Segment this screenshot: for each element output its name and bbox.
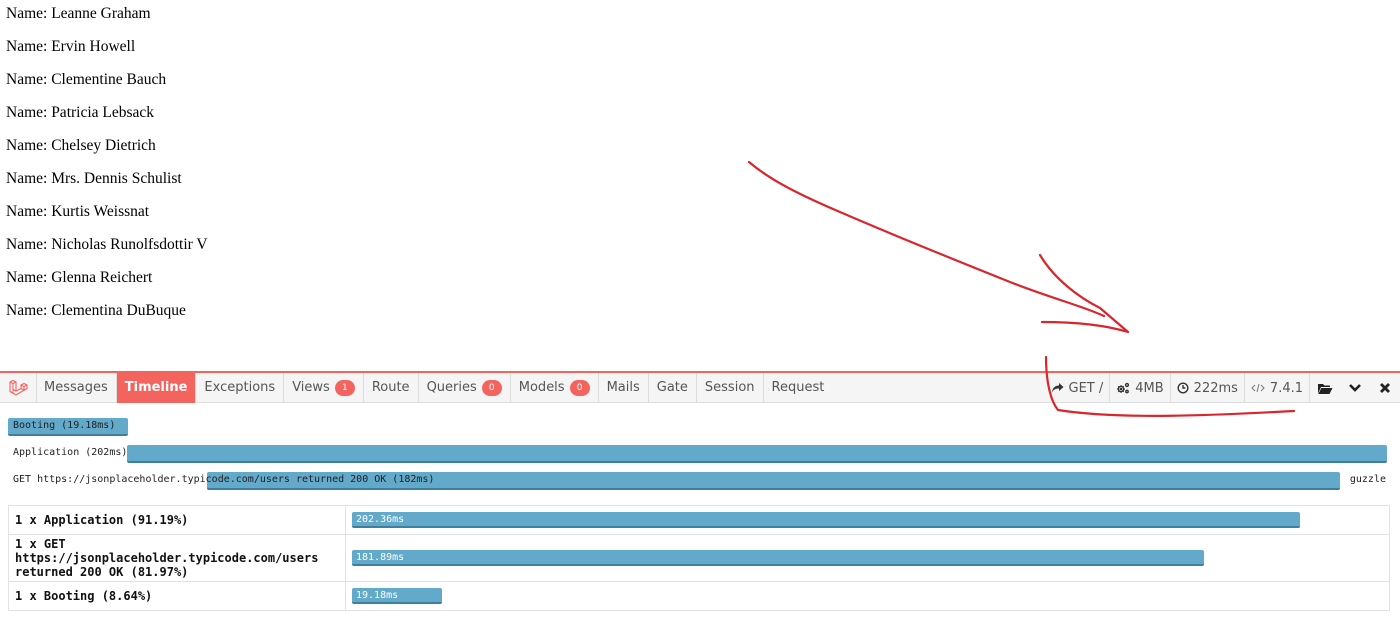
user-name: Name: Clementina DuBuque [6, 302, 186, 319]
tab-label: Route [371, 380, 410, 395]
summary-label: 1 x Booting (8.64%) [8, 581, 346, 611]
debugbar-tabs: Messages Timeline Exceptions Views 1 Rout… [36, 373, 832, 403]
tab-label: Mails [606, 380, 640, 395]
tab-label: Exceptions [204, 380, 276, 395]
share-arrow-icon [1051, 382, 1064, 394]
timeline-label: GET https://jsonplaceholder.typicode.com… [13, 474, 435, 485]
time-text: 222ms [1193, 380, 1238, 396]
php-version-indicator[interactable]: 7.4.1 [1245, 373, 1310, 403]
summary-value-cell: 181.89ms [345, 534, 1390, 582]
count-badge: 1 [334, 380, 355, 396]
user-name: Name: Chelsey Dietrich [6, 137, 156, 154]
timeline-label: Application (202ms) [13, 447, 128, 458]
tab-label: Session [704, 380, 755, 395]
summary-row: 1 x GET https://jsonplaceholder.typicode… [8, 534, 1390, 582]
user-name: Name: Mrs. Dennis Schulist [6, 170, 182, 187]
summary-bar: 181.89ms [352, 550, 1205, 566]
route-indicator[interactable]: GET / [1045, 373, 1111, 403]
folder-open-icon[interactable] [1310, 373, 1340, 403]
timeline-collector: guzzle [1349, 474, 1386, 485]
tab-label: Views [292, 380, 330, 395]
close-icon[interactable] [1370, 373, 1400, 403]
tab-label: Gate [656, 380, 688, 395]
user-names-list: Name: Leanne Graham Name: Ervin Howell N… [6, 4, 208, 334]
user-name: Name: Clementine Bauch [6, 71, 167, 88]
summary-value-cell: 19.18ms [345, 581, 1390, 611]
tab-label: Messages [44, 380, 108, 395]
user-name: Name: Nicholas Runolfsdottir V [6, 236, 208, 253]
summary-label: 1 x GET https://jsonplaceholder.typicode… [8, 534, 346, 582]
timeline-bar [127, 445, 1388, 463]
time-indicator[interactable]: 222ms [1171, 373, 1245, 403]
user-name: Name: Patricia Lebsack [6, 104, 155, 121]
debugbar-indicators: GET / 4MB 222ms 7.4.1 [1045, 373, 1400, 403]
summary-bar: 19.18ms [352, 588, 442, 604]
summary-value-cell: 202.36ms [345, 505, 1390, 535]
timeline-summary-table: 1 x Application (91.19%) 202.36ms 1 x GE… [8, 505, 1390, 611]
tab-label: Models [518, 380, 565, 395]
tab-request[interactable]: Request [764, 373, 833, 403]
user-name: Name: Ervin Howell [6, 38, 136, 55]
timeline-measure: Application (202ms) [8, 445, 1392, 463]
summary-bar: 202.36ms [352, 512, 1301, 528]
tab-timeline[interactable]: Timeline [116, 373, 197, 403]
code-icon [1251, 382, 1265, 394]
tab-models[interactable]: Models 0 [511, 373, 599, 403]
user-name: Name: Glenna Reichert [6, 269, 153, 286]
tab-route[interactable]: Route [364, 373, 419, 403]
summary-label: 1 x Application (91.19%) [8, 505, 346, 535]
laravel-logo-icon[interactable] [0, 373, 37, 403]
chevron-down-icon[interactable] [1340, 373, 1370, 403]
tab-session[interactable]: Session [697, 373, 764, 403]
tab-mails[interactable]: Mails [599, 373, 649, 403]
user-name: Name: Leanne Graham [6, 5, 151, 22]
debugbar: Messages Timeline Exceptions Views 1 Rout… [0, 371, 1400, 621]
arrow-head [1038, 253, 1130, 334]
tab-queries[interactable]: Queries 0 [419, 373, 511, 403]
clock-icon [1177, 382, 1189, 394]
arrow-shaft [747, 160, 1106, 318]
count-badge: 0 [481, 380, 502, 396]
summary-row: 1 x Application (91.19%) 202.36ms [8, 505, 1390, 535]
tab-label: Timeline [124, 380, 188, 395]
cogs-icon [1116, 382, 1130, 394]
user-name: Name: Kurtis Weissnat [6, 203, 150, 220]
tab-label: Queries [426, 380, 477, 395]
tab-exceptions[interactable]: Exceptions [196, 373, 285, 403]
memory-indicator[interactable]: 4MB [1110, 373, 1171, 403]
php-version-text: 7.4.1 [1269, 380, 1303, 396]
debugbar-header: Messages Timeline Exceptions Views 1 Rout… [0, 371, 1400, 403]
memory-text: 4MB [1135, 380, 1164, 396]
timeline-measure: Booting (19.18ms) [8, 418, 1392, 436]
count-badge: 0 [569, 380, 590, 396]
route-text: GET / [1068, 380, 1104, 396]
tab-label: Request [771, 380, 825, 395]
timeline-label: Booting (19.18ms) [13, 420, 116, 431]
tab-messages[interactable]: Messages [36, 373, 117, 403]
summary-row: 1 x Booting (8.64%) 19.18ms [8, 581, 1390, 611]
timeline-measure: GET https://jsonplaceholder.typicode.com… [8, 472, 1392, 490]
tab-gate[interactable]: Gate [649, 373, 697, 403]
tab-views[interactable]: Views 1 [284, 373, 364, 403]
